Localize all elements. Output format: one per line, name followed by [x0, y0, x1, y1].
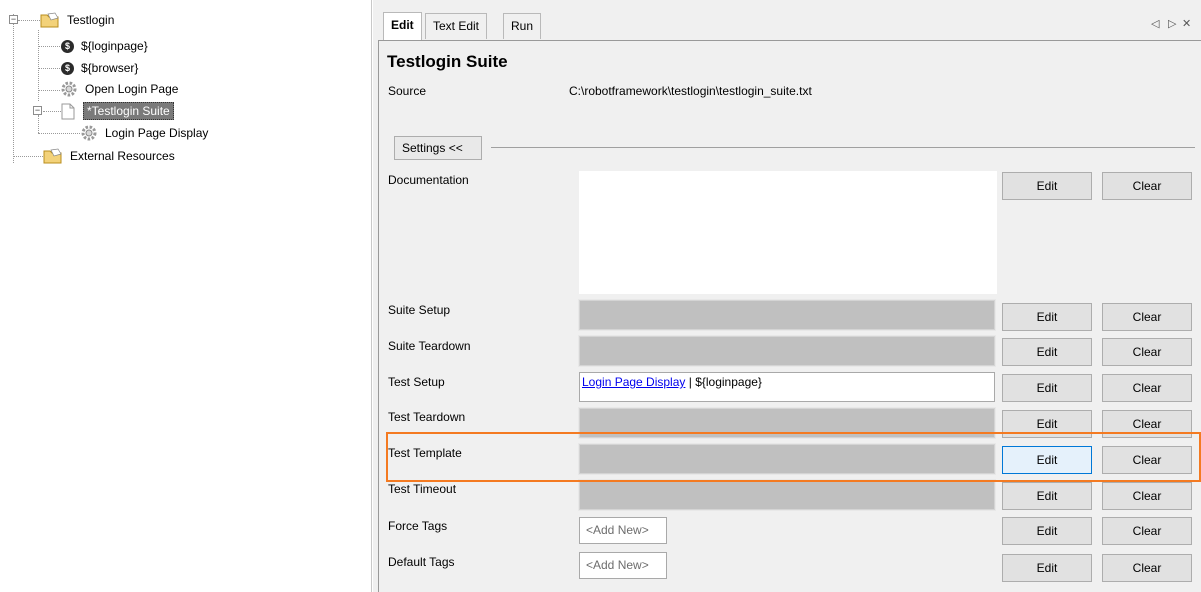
folder-icon — [43, 148, 62, 164]
suite-teardown-clear-button[interactable]: Clear — [1102, 338, 1192, 366]
tree-connector — [38, 68, 60, 69]
gear-keyword-icon — [81, 125, 97, 141]
tree-node-external-resources[interactable]: External Resources — [43, 146, 178, 166]
test-timeout-field[interactable] — [578, 479, 996, 511]
collapse-suite-icon[interactable]: − — [33, 106, 42, 115]
suite-teardown-field[interactable] — [578, 335, 996, 367]
tree-connector — [13, 14, 14, 163]
tree-node-keyword[interactable]: Open Login Page — [60, 79, 181, 99]
test-setup-args: | ${loginpage} — [685, 375, 762, 389]
force-tags-label: Force Tags — [388, 519, 448, 533]
gear-keyword-icon — [61, 81, 77, 97]
dollar-variable-icon: $ — [61, 61, 74, 75]
source-path: C:\robotframework\testlogin\testlogin_su… — [569, 84, 812, 98]
file-icon — [61, 103, 75, 119]
test-template-highlight-box — [386, 432, 1201, 482]
documentation-clear-button[interactable]: Clear — [1102, 172, 1192, 200]
tree-node-test-case[interactable]: Login Page Display — [80, 123, 211, 143]
documentation-edit-button[interactable]: Edit — [1002, 172, 1092, 200]
test-teardown-label: Test Teardown — [388, 410, 466, 424]
suite-teardown-edit-button[interactable]: Edit — [1002, 338, 1092, 366]
tree-connector — [18, 20, 40, 21]
page-title: Testlogin Suite — [387, 52, 508, 71]
tree-node-label: External Resources — [70, 149, 175, 163]
dollar-variable-icon: $ — [61, 39, 74, 53]
suite-setup-label: Suite Setup — [388, 303, 451, 317]
source-label: Source — [388, 84, 427, 98]
tree-connector — [13, 156, 43, 157]
suite-tree: − − Testlogin $ ${loginpage} $ ${browser… — [0, 0, 372, 592]
tree-node-label: Login Page Display — [105, 126, 209, 140]
collapse-root-icon[interactable]: − — [9, 15, 18, 24]
tree-node-label: *Testlogin Suite — [83, 102, 174, 120]
tab-next-icon[interactable]: ▷ — [1168, 17, 1176, 30]
test-setup-field[interactable]: Login Page Display | ${loginpage} — [579, 372, 995, 402]
suite-setup-edit-button[interactable]: Edit — [1002, 303, 1092, 331]
tree-node-label: ${loginpage} — [81, 39, 148, 53]
default-tags-label: Default Tags — [388, 555, 455, 569]
settings-toggle-button[interactable]: Settings << — [394, 136, 482, 160]
tree-connector — [38, 90, 60, 91]
tree-node-label: Testlogin — [67, 13, 115, 27]
editor-panel: Edit Text Edit Run ◁ ▷ ✕ Testlogin Suite… — [373, 0, 1201, 592]
tree-connector — [38, 115, 39, 133]
suite-setup-clear-button[interactable]: Clear — [1102, 303, 1192, 331]
suite-teardown-label: Suite Teardown — [388, 339, 471, 353]
test-setup-keyword-link[interactable]: Login Page Display — [582, 375, 685, 389]
test-setup-clear-button[interactable]: Clear — [1102, 374, 1192, 402]
test-setup-label: Test Setup — [388, 375, 445, 389]
force-tags-edit-button[interactable]: Edit — [1002, 517, 1092, 545]
test-setup-edit-button[interactable]: Edit — [1002, 374, 1092, 402]
test-timeout-label: Test Timeout — [388, 482, 457, 496]
tab-run[interactable]: Run — [503, 13, 542, 39]
tab-text-edit[interactable]: Text Edit — [425, 13, 488, 39]
test-timeout-clear-button[interactable]: Clear — [1102, 482, 1192, 510]
default-tags-edit-button[interactable]: Edit — [1002, 554, 1092, 582]
documentation-label: Documentation — [388, 173, 469, 187]
default-tags-add-input[interactable]: <Add New> — [579, 552, 667, 579]
documentation-field[interactable] — [579, 171, 997, 294]
suite-editor: Testlogin Suite Source C:\robotframework… — [378, 40, 1201, 592]
tree-connector — [38, 133, 80, 134]
tree-node-label: ${browser} — [81, 61, 139, 75]
tree-node-label: Open Login Page — [85, 82, 179, 96]
tree-node-variable[interactable]: $ ${browser} — [61, 58, 141, 78]
tab-close-icon[interactable]: ✕ — [1182, 17, 1191, 30]
tab-edit[interactable]: Edit — [383, 12, 422, 40]
divider — [491, 147, 1195, 148]
tree-node-variable[interactable]: $ ${loginpage} — [61, 36, 151, 56]
tab-bar: Edit Text Edit Run ◁ ▷ ✕ — [373, 0, 1201, 40]
tree-node-root[interactable]: Testlogin — [40, 10, 117, 30]
tree-connector — [43, 111, 61, 112]
tree-node-suite[interactable]: *Testlogin Suite — [61, 101, 174, 121]
folder-icon — [40, 12, 59, 28]
test-timeout-edit-button[interactable]: Edit — [1002, 482, 1092, 510]
force-tags-add-input[interactable]: <Add New> — [579, 517, 667, 544]
tree-connector — [38, 46, 60, 47]
default-tags-clear-button[interactable]: Clear — [1102, 554, 1192, 582]
suite-setup-field[interactable] — [578, 299, 996, 331]
tab-prev-icon[interactable]: ◁ — [1151, 17, 1159, 30]
force-tags-clear-button[interactable]: Clear — [1102, 517, 1192, 545]
